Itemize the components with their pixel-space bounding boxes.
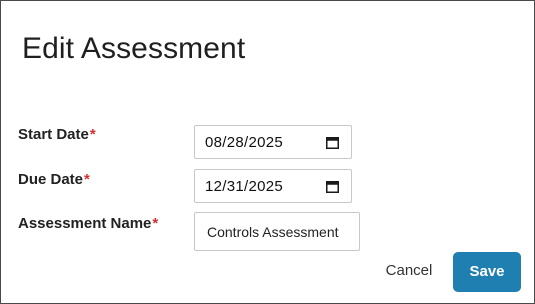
- required-marker: *: [84, 171, 90, 188]
- due-date-label-text: Due Date: [18, 171, 84, 188]
- assessment-name-value: Controls Assessment: [207, 224, 339, 240]
- assessment-name-label-text: Assessment Name: [18, 215, 152, 232]
- due-date-value: 12/31/2025: [205, 178, 284, 195]
- save-button[interactable]: Save: [453, 252, 521, 292]
- calendar-icon[interactable]: [326, 136, 339, 149]
- calendar-icon[interactable]: [326, 180, 339, 193]
- dialog-title: Edit Assessment: [22, 32, 246, 65]
- start-date-value: 08/28/2025: [205, 134, 284, 151]
- start-date-input[interactable]: 08/28/2025: [194, 125, 352, 159]
- cancel-button[interactable]: Cancel: [374, 258, 444, 284]
- assessment-name-label: Assessment Name*: [18, 215, 158, 233]
- assessment-name-input[interactable]: Controls Assessment: [194, 212, 360, 251]
- required-marker: *: [89, 126, 96, 143]
- due-date-label: Due Date*: [18, 171, 90, 189]
- required-marker: *: [152, 215, 159, 232]
- start-date-label-text: Start Date: [18, 126, 89, 143]
- edit-assessment-dialog: Edit Assessment Start Date* 08/28/2025 D…: [0, 0, 535, 304]
- due-date-input[interactable]: 12/31/2025: [194, 169, 352, 203]
- start-date-label: Start Date*: [18, 126, 96, 144]
